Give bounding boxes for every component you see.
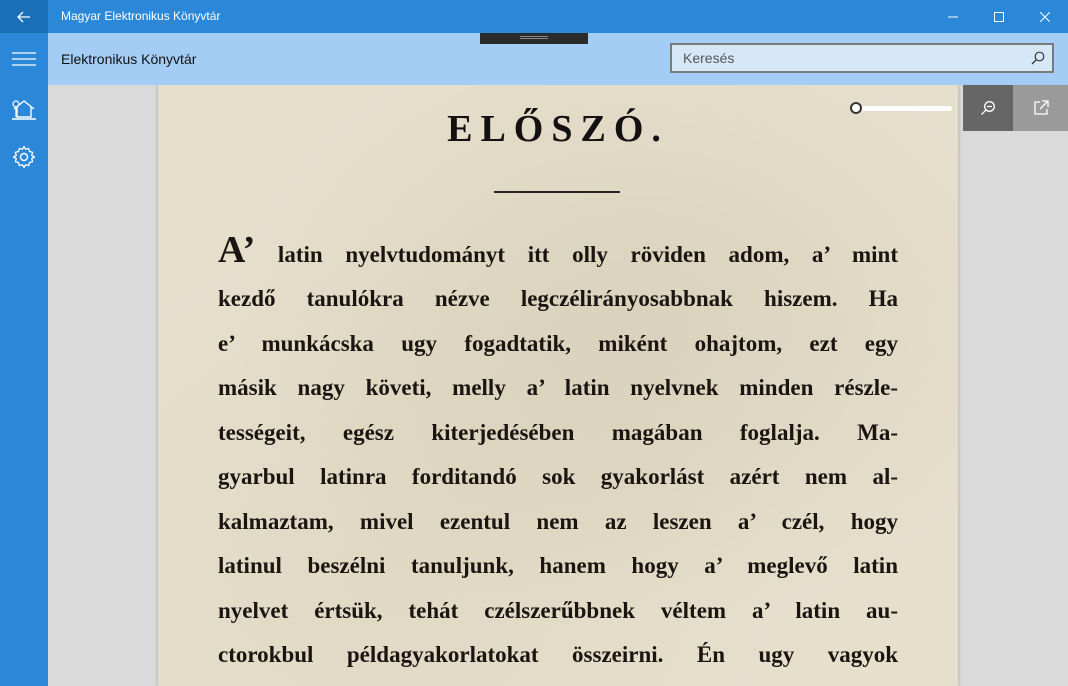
drag-handle[interactable] (480, 33, 588, 44)
reader-area[interactable]: ELŐSZÓ. A’ latin nyelvtudományt itt olly… (48, 85, 1068, 686)
sidebar (0, 85, 48, 686)
close-button[interactable] (1022, 0, 1068, 33)
text-line: ctorokbul példagyakorlatokat összeirni. … (218, 642, 898, 667)
open-external-icon (1033, 100, 1049, 115)
page-title: Elektronikus Könyvtár (61, 51, 197, 67)
search-icon (1031, 51, 1045, 65)
back-button[interactable] (0, 0, 48, 33)
text-line: nyelvet értsük, tehát czélszerűbbnek vél… (218, 598, 898, 623)
app-title: Magyar Elektronikus Könyvtár (61, 9, 221, 23)
close-icon (1040, 11, 1050, 22)
zoom-out-button[interactable] (963, 85, 1013, 131)
text-line: kezdő tanulókra nézve legczélirányosabbn… (218, 286, 898, 311)
text-line: másik nagy követi, melly a’ latin nyelvn… (218, 375, 898, 400)
gear-icon (12, 145, 36, 169)
text-line: tességeit, egész kiterjedésében magában … (218, 420, 898, 445)
hamburger-icon (12, 52, 36, 66)
text-line: kalmaztam, mivel ezentul nem az leszen a… (218, 509, 898, 534)
maximize-button[interactable] (976, 0, 1022, 33)
menu-button[interactable] (0, 33, 48, 85)
open-external-button[interactable] (1013, 85, 1068, 131)
sidebar-item-home[interactable] (0, 85, 48, 133)
minimize-button[interactable] (930, 0, 976, 33)
minimize-icon (948, 16, 958, 17)
zoom-slider-track[interactable] (854, 106, 952, 111)
zoom-toolbar (842, 85, 1068, 131)
book-page: ELŐSZÓ. A’ latin nyelvtudományt itt olly… (158, 85, 958, 686)
drop-cap: A’ (218, 229, 256, 271)
text-line: e’ munkácska ugy fogadtatik, miként ohaj… (218, 331, 898, 356)
text-line-rest: latin nyelvtudományt itt olly röviden ad… (255, 242, 898, 267)
grip-lines (520, 36, 548, 37)
chapter-heading: ELŐSZÓ. (447, 108, 669, 150)
text-line: latinul beszélni tanuljunk, hanem hogy a… (218, 553, 898, 578)
maximize-icon (994, 11, 1004, 22)
title-bar: Magyar Elektronikus Könyvtár (0, 0, 1068, 33)
text-line: A’ latin nyelvtudományt itt olly röviden… (218, 231, 898, 275)
back-arrow-icon (17, 11, 30, 22)
search-input[interactable] (672, 45, 1022, 71)
heading-rule (494, 191, 620, 193)
search-box (670, 43, 1054, 73)
home-icon (12, 100, 36, 120)
search-button[interactable] (1026, 47, 1050, 69)
text-line: gyarbul latinra forditandó sok gyakorlás… (218, 464, 898, 489)
zoom-slider-thumb[interactable] (850, 102, 862, 114)
sidebar-item-settings[interactable] (0, 133, 48, 181)
zoom-out-icon (981, 101, 995, 115)
